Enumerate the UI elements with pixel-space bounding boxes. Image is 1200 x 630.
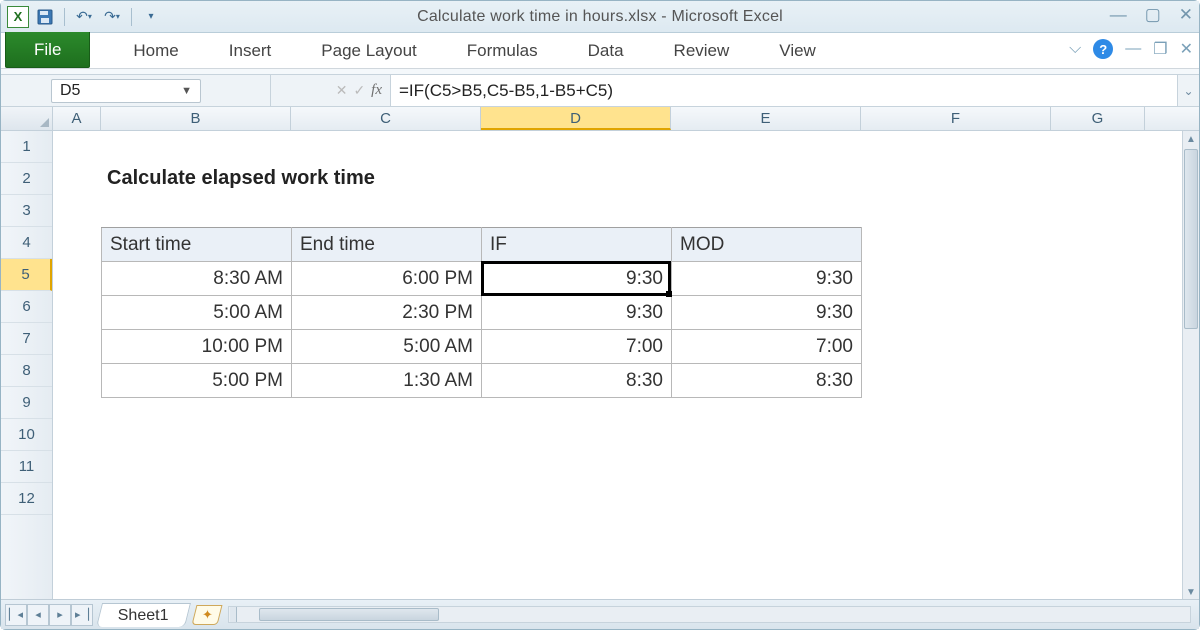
- vertical-scrollbar[interactable]: ▲ ▼: [1182, 131, 1199, 601]
- tab-home[interactable]: Home: [108, 33, 203, 68]
- col-G[interactable]: G: [1051, 107, 1145, 130]
- formula-input[interactable]: =IF(C5>B5,C5-B5,1-B5+C5): [391, 75, 1177, 106]
- table-row: 5:00 AM 2:30 PM 9:30 9:30: [102, 296, 862, 330]
- sheet-nav: ▏◂ ◂ ▸ ▸▕: [5, 604, 93, 626]
- col-D[interactable]: D: [481, 107, 671, 130]
- sheet-nav-first-icon[interactable]: ▏◂: [5, 604, 27, 626]
- chevron-down-icon[interactable]: ▼: [181, 85, 192, 97]
- sheet-tab[interactable]: Sheet1: [96, 603, 191, 627]
- col-B[interactable]: B: [101, 107, 291, 130]
- row-3[interactable]: 3: [1, 195, 52, 227]
- minimize-icon[interactable]: —: [1110, 5, 1127, 25]
- formula-bar: D5▼ ✕ ✓ fx =IF(C5>B5,C5-B5,1-B5+C5) ⌄: [1, 75, 1199, 107]
- hdr-if: IF: [482, 228, 672, 262]
- horizontal-scrollbar[interactable]: [228, 606, 1191, 623]
- help-icon[interactable]: ?: [1093, 39, 1113, 59]
- column-headers: A B C D E F G: [1, 107, 1199, 131]
- formula-expand-icon[interactable]: ⌄: [1177, 75, 1199, 106]
- col-F[interactable]: F: [861, 107, 1051, 130]
- cells-grid[interactable]: Calculate elapsed work time Start time E…: [53, 131, 1182, 601]
- save-icon[interactable]: [33, 6, 57, 28]
- tab-insert[interactable]: Insert: [204, 33, 297, 68]
- horizontal-scroll-thumb[interactable]: [259, 608, 439, 621]
- sheet-nav-last-icon[interactable]: ▸▕: [71, 604, 93, 626]
- window-title: Calculate work time in hours.xlsx - Micr…: [417, 8, 783, 26]
- col-C[interactable]: C: [291, 107, 481, 130]
- vertical-scroll-thumb[interactable]: [1184, 149, 1198, 329]
- row-11[interactable]: 11: [1, 451, 52, 483]
- tab-data[interactable]: Data: [563, 33, 649, 68]
- table-row: 10:00 PM 5:00 AM 7:00 7:00: [102, 330, 862, 364]
- row-9[interactable]: 9: [1, 387, 52, 419]
- table-header-row: Start time End time IF MOD: [102, 228, 862, 262]
- hdr-mod: MOD: [672, 228, 862, 262]
- title-bar: X ↶▾ ↷▾ ▾ Calculate work time in hours.x…: [1, 1, 1199, 33]
- row-5[interactable]: 5: [1, 259, 52, 291]
- hdr-end-time: End time: [292, 228, 482, 262]
- table-row: 8:30 AM 6:00 PM 9:30 9:30: [102, 262, 862, 296]
- redo-icon[interactable]: ↷▾: [100, 6, 124, 28]
- wb-close-icon[interactable]: ✕: [1180, 39, 1193, 59]
- sheet-nav-prev-icon[interactable]: ◂: [27, 604, 49, 626]
- row-4[interactable]: 4: [1, 227, 52, 259]
- accept-formula-icon[interactable]: ✓: [353, 82, 365, 99]
- new-sheet-icon[interactable]: ✦: [191, 605, 222, 625]
- cancel-formula-icon[interactable]: ✕: [336, 82, 348, 99]
- row-1[interactable]: 1: [1, 131, 52, 163]
- sheet-title: Calculate elapsed work time: [107, 167, 375, 190]
- ribbon-tabs: File Home Insert Page Layout Formulas Da…: [1, 33, 1199, 69]
- row-10[interactable]: 10: [1, 419, 52, 451]
- excel-icon[interactable]: X: [7, 6, 29, 28]
- row-7[interactable]: 7: [1, 323, 52, 355]
- hdr-start-time: Start time: [102, 228, 292, 262]
- tab-view[interactable]: View: [754, 33, 841, 68]
- qat-customize-icon[interactable]: ▾: [139, 6, 163, 28]
- ribbon-minimize-icon[interactable]: ⌵: [1069, 40, 1081, 58]
- table-row: 5:00 PM 1:30 AM 8:30 8:30: [102, 364, 862, 398]
- row-headers: 1 2 3 4 5 6 7 8 9 10 11 12: [1, 131, 53, 601]
- col-A[interactable]: A: [53, 107, 101, 130]
- wb-restore-icon[interactable]: ❐: [1153, 39, 1167, 59]
- row-2[interactable]: 2: [1, 163, 52, 195]
- close-icon[interactable]: ✕: [1179, 5, 1193, 25]
- tab-formulas[interactable]: Formulas: [442, 33, 563, 68]
- quick-access-toolbar: X ↶▾ ↷▾ ▾: [1, 6, 163, 28]
- wb-minimize-icon[interactable]: —: [1125, 40, 1141, 58]
- undo-icon[interactable]: ↶▾: [72, 6, 96, 28]
- split-handle[interactable]: [230, 607, 237, 622]
- scroll-up-icon[interactable]: ▲: [1183, 131, 1199, 148]
- sheet-nav-next-icon[interactable]: ▸: [49, 604, 71, 626]
- col-E[interactable]: E: [671, 107, 861, 130]
- tab-review[interactable]: Review: [649, 33, 755, 68]
- tab-file[interactable]: File: [5, 32, 90, 68]
- name-box[interactable]: D5▼: [51, 79, 201, 103]
- tab-page-layout[interactable]: Page Layout: [296, 33, 441, 68]
- select-all-corner[interactable]: [1, 107, 53, 130]
- status-bar: ▏◂ ◂ ▸ ▸▕ Sheet1 ✦: [1, 599, 1199, 629]
- fx-icon[interactable]: fx: [371, 82, 382, 99]
- row-8[interactable]: 8: [1, 355, 52, 387]
- row-6[interactable]: 6: [1, 291, 52, 323]
- row-12[interactable]: 12: [1, 483, 52, 515]
- maximize-icon[interactable]: ▢: [1145, 5, 1161, 25]
- worksheet-area: A B C D E F G 1 2 3 4 5 6 7 8 9 10 11 12…: [1, 107, 1199, 601]
